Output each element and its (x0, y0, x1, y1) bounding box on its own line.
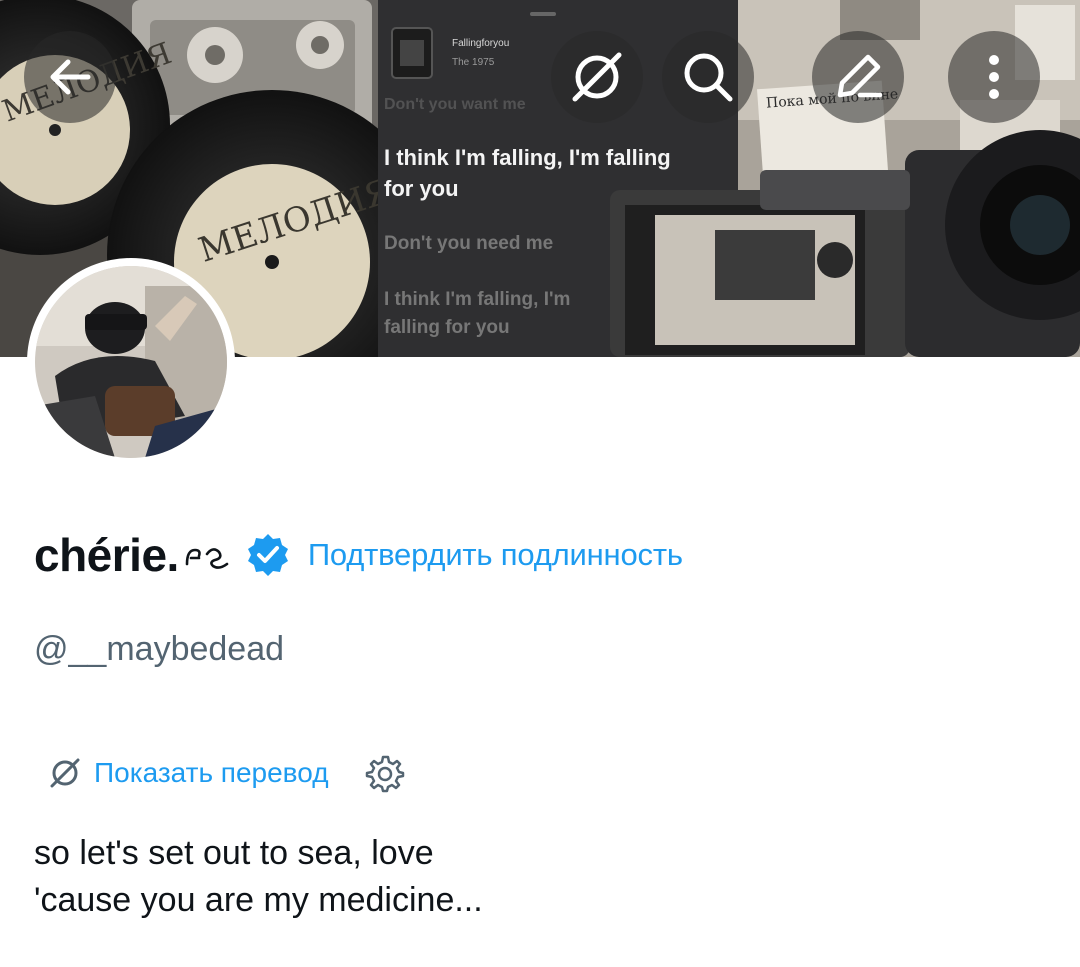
track-artist: The 1975 (452, 57, 495, 68)
show-translation-row[interactable]: Показать перевод (48, 753, 405, 793)
name-row: chérie. Подтвердить подлинность (34, 523, 683, 587)
translate-off-icon (50, 758, 80, 788)
arrow-left-icon (50, 59, 91, 95)
verify-identity-link[interactable]: Подтвердить подлинность (308, 537, 683, 573)
avatar-image (35, 266, 227, 458)
bio-line: so let's set out to sea, love (34, 834, 434, 872)
profile-avatar[interactable] (27, 258, 235, 466)
more-options-button[interactable] (948, 31, 1040, 123)
search-icon (684, 53, 733, 102)
profile-handle: @__maybedead (34, 630, 285, 668)
lyric-line-faded: Don't you want me (384, 96, 526, 113)
lyric-line-current: I think I'm falling, I'm falling for you (384, 145, 671, 201)
decorative-glyph (185, 548, 229, 569)
more-vertical-icon (989, 55, 999, 99)
verified-badge-icon[interactable] (245, 532, 291, 578)
gear-icon[interactable] (365, 753, 405, 793)
edit-button[interactable] (812, 31, 904, 123)
search-button[interactable] (662, 31, 754, 123)
show-translation-link[interactable]: Показать перевод (94, 757, 329, 789)
back-button[interactable] (24, 31, 116, 123)
pencil-icon (837, 54, 883, 98)
display-name: chérie. (34, 529, 179, 581)
translate-toggle-button[interactable] (551, 31, 643, 123)
lyric-line-next: Don't you need me (384, 233, 554, 254)
track-title: Fallingforyou (452, 38, 510, 49)
profile-bio: so let's set out to sea, love 'cause you… (34, 830, 483, 924)
translate-off-icon (572, 52, 622, 102)
bio-line: 'cause you are my medicine... (34, 881, 483, 919)
lyric-line-next-2: I think I'm falling, I'm falling for you (384, 289, 571, 338)
